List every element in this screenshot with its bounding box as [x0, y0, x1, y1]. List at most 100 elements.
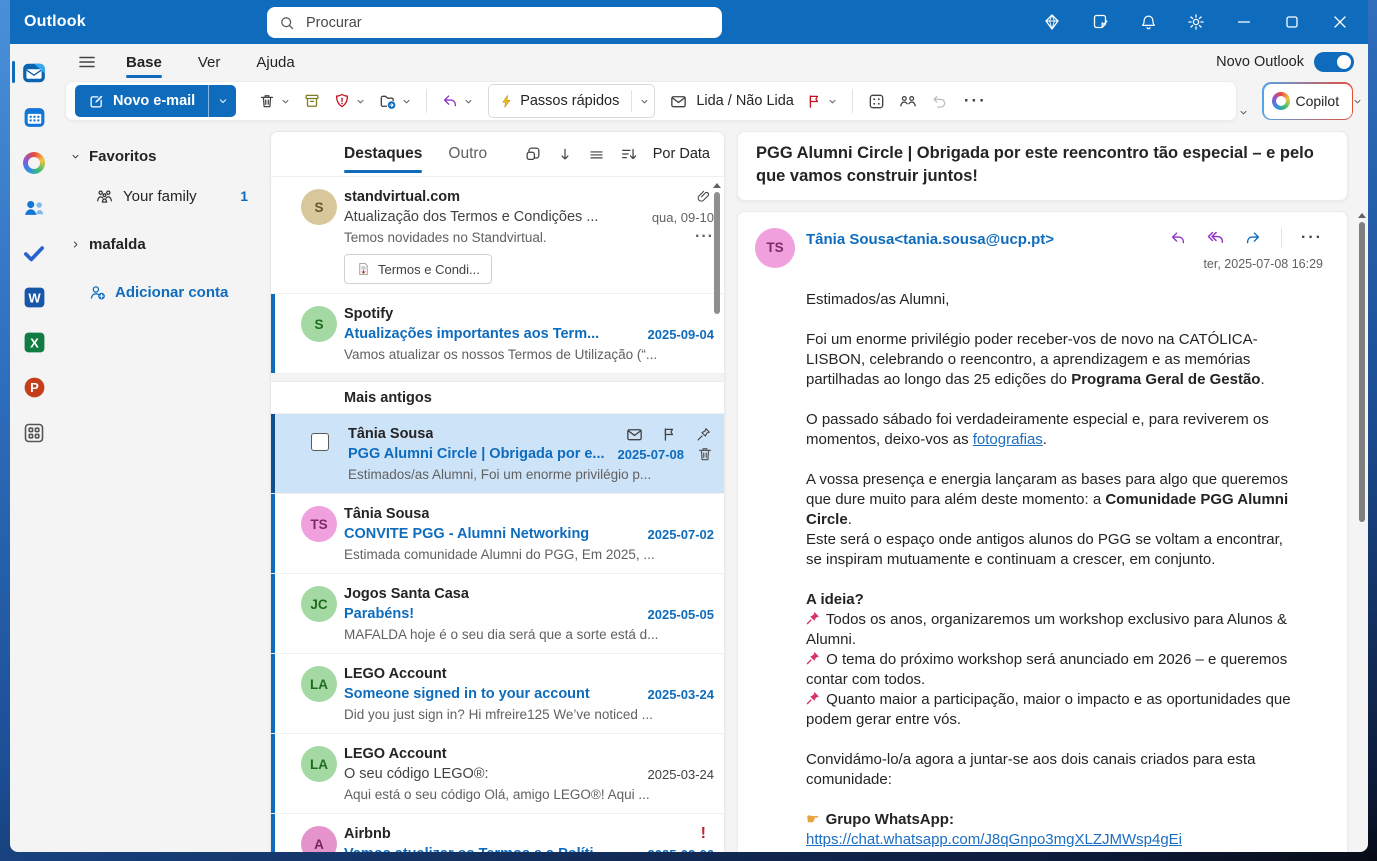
add-account-button[interactable]: Adicionar conta — [68, 279, 270, 305]
unread-indicator-bar — [271, 814, 275, 852]
search-input[interactable] — [304, 13, 710, 32]
email-group-header[interactable]: Mais antigos — [271, 382, 724, 414]
email-row[interactable]: JC Jogos Santa Casa Parabéns! 2025-05-05 MAF… — [271, 574, 724, 654]
mark-read-icon[interactable] — [625, 425, 644, 444]
scroll-up-arrow[interactable] — [713, 183, 721, 188]
message-more-options[interactable]: ··· — [1301, 229, 1323, 247]
reply-icon[interactable] — [1169, 229, 1187, 247]
email-row[interactable]: Sstandvirtual.com Atualização dos Termos … — [271, 177, 724, 294]
email-checkbox[interactable] — [311, 433, 329, 451]
scroll-up-arrow[interactable] — [1358, 213, 1366, 218]
rail-copilot[interactable] — [10, 140, 58, 185]
settings-gear-icon[interactable] — [1172, 0, 1220, 44]
rail-people[interactable] — [10, 185, 58, 230]
email-preview: Estimada comunidade Alumni do PGG, Em 20… — [344, 546, 655, 562]
attachment-chip[interactable]: Termos e Condi... — [344, 254, 492, 284]
more-options-button[interactable]: ··· — [954, 91, 997, 111]
sender-name-email[interactable]: Tânia Sousa<tania.sousa@ucp.pt> — [806, 231, 1054, 268]
maximize-icon[interactable] — [1268, 0, 1316, 44]
lightning-icon — [499, 93, 514, 110]
account-mafalda[interactable]: mafalda — [68, 231, 270, 257]
folder-your-family[interactable]: Your family 1 — [68, 183, 270, 209]
unread-indicator-bar — [271, 294, 275, 373]
email-row[interactable]: S Spotify Atualizações importantes aos Ter… — [271, 294, 724, 374]
new-outlook-label: Novo Outlook — [1216, 54, 1304, 70]
email-row[interactable]: LA LEGO Account Someone signed in to your … — [271, 654, 724, 734]
forward-icon[interactable] — [1244, 229, 1262, 247]
body-link[interactable]: https://www.linkedin.com/groups/10154681… — [950, 851, 1239, 852]
copilot-label: Copilot — [1295, 93, 1340, 109]
tab-ver[interactable]: Ver — [196, 44, 223, 80]
rail-powerpoint[interactable]: P — [10, 365, 58, 410]
flag-button[interactable] — [800, 85, 844, 117]
contact-card-button[interactable] — [861, 85, 892, 117]
email-date: 2025-05-05 — [647, 606, 715, 622]
scrollbar-thumb[interactable] — [1359, 222, 1365, 522]
rail-calendar[interactable] — [10, 95, 58, 140]
notes-check-icon[interactable] — [1076, 0, 1124, 44]
report-button[interactable] — [327, 85, 372, 117]
new-mail-button[interactable]: Novo e-mail — [75, 85, 237, 117]
email-row[interactable]: AAirbnb!Vamos atualizar os Termos e a Po… — [271, 814, 724, 852]
scrollbar-thumb[interactable] — [714, 192, 720, 314]
app-title: Outlook — [24, 13, 86, 30]
search-box[interactable] — [267, 7, 722, 38]
new-outlook-toggle[interactable] — [1314, 52, 1354, 72]
email-row[interactable]: LA LEGO Account O seu código LEGO®: 2025-03… — [271, 734, 724, 814]
list-scrollbar[interactable] — [711, 179, 723, 852]
notifications-bell-icon[interactable] — [1124, 0, 1172, 44]
rail-mail[interactable] — [10, 50, 58, 95]
mail-icon — [21, 60, 47, 86]
close-icon[interactable] — [1316, 0, 1364, 44]
archive-button[interactable] — [297, 85, 327, 117]
email-row[interactable]: TS Tânia Sousa CONVITE PGG - Alumni Networ… — [271, 494, 724, 574]
ribbon-expander-icon[interactable] — [1238, 107, 1249, 118]
rail-word[interactable]: W — [10, 275, 58, 320]
read-unread-button[interactable]: Lida / Não Lida — [663, 85, 800, 117]
email-subject: PGG Alumni Circle | Obrigada por e... — [348, 446, 605, 462]
move-folder-icon — [378, 92, 397, 111]
favorites-header[interactable]: Favoritos — [68, 143, 270, 169]
hamburger-menu-icon[interactable] — [72, 48, 102, 76]
ribbon: Base Ver Ajuda Novo Outlook — [58, 44, 1368, 80]
email-subject: O seu código LEGO®: — [344, 766, 489, 782]
reply-all-icon[interactable] — [1206, 228, 1225, 247]
tab-outro[interactable]: Outro — [448, 132, 487, 176]
rail-excel[interactable]: X — [10, 320, 58, 365]
copilot-button[interactable]: Copilot — [1262, 82, 1361, 120]
premium-diamond-icon[interactable] — [1028, 0, 1076, 44]
rail-more-apps[interactable] — [10, 410, 58, 455]
attachment-name: Termos e Condi... — [378, 261, 480, 277]
sort-by-date-button[interactable]: Por Data — [653, 146, 710, 162]
copilot-icon — [23, 151, 45, 174]
undo-button[interactable] — [924, 85, 954, 117]
pin-icon[interactable] — [695, 426, 712, 443]
flag-icon[interactable] — [661, 426, 678, 443]
sender-avatar[interactable]: TS — [755, 227, 795, 268]
new-mail-dropdown[interactable] — [208, 85, 236, 117]
sort-direction-icon[interactable] — [557, 146, 573, 163]
email-sender: LEGO Account — [344, 746, 447, 762]
sort-order-icon[interactable] — [620, 145, 638, 163]
body-link[interactable]: fotografias — [973, 431, 1043, 448]
rail-todo[interactable] — [10, 230, 58, 275]
groups-button[interactable] — [892, 85, 924, 117]
reading-scrollbar[interactable] — [1356, 209, 1368, 852]
body-link[interactable]: https://chat.whatsapp.com/J8qGnpo3mgXLZJ… — [806, 831, 1182, 848]
quick-steps-button[interactable]: Passos rápidos — [488, 84, 656, 118]
email-row[interactable]: Tânia Sousa PGG Alumni Circle | Obrigada … — [271, 414, 724, 494]
reply-button[interactable] — [435, 85, 480, 117]
move-to-button[interactable] — [372, 85, 418, 117]
tab-ajuda[interactable]: Ajuda — [254, 44, 296, 80]
select-all-icon[interactable] — [524, 145, 542, 163]
unread-indicator-bar — [271, 574, 275, 653]
word-icon: W — [22, 285, 47, 310]
delete-button[interactable] — [252, 85, 297, 117]
filter-icon[interactable] — [588, 146, 605, 163]
email-date: 2025-03-24 — [647, 766, 715, 782]
body-paragraph: O passado sábado foi verdadeiramente esp… — [806, 410, 1269, 448]
tab-destaques[interactable]: Destaques — [344, 132, 423, 176]
email-subject: Atualização dos Termos e Condições ... — [344, 209, 599, 225]
tab-base[interactable]: Base — [124, 44, 164, 80]
minimize-icon[interactable] — [1220, 0, 1268, 44]
